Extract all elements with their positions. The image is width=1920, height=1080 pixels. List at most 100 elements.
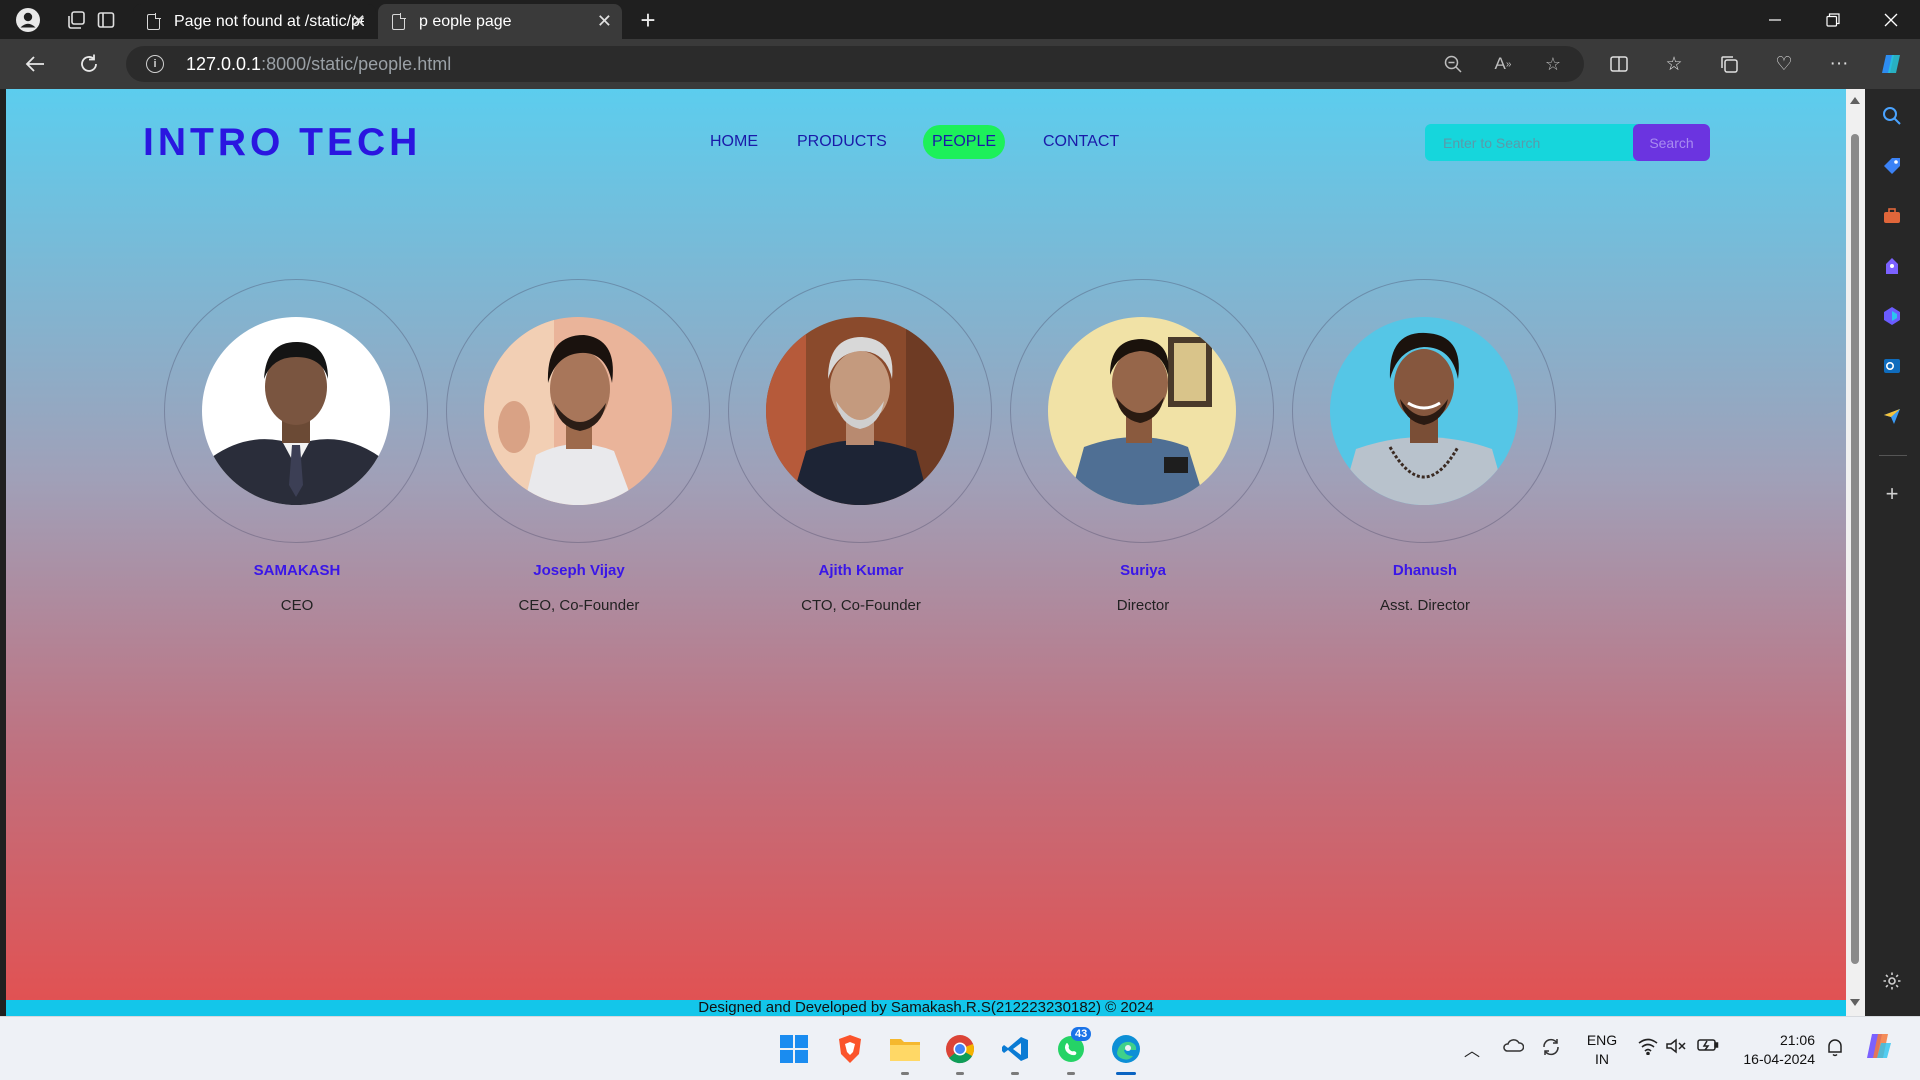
person-name: Ajith Kumar — [818, 562, 904, 579]
person-photo — [202, 317, 390, 505]
tab-title: Page not found at /static/person — [174, 12, 364, 30]
person-card: Suriya Director — [1010, 279, 1276, 619]
site-info-icon[interactable]: i — [146, 55, 164, 73]
profile-icon[interactable] — [12, 5, 44, 35]
sidebar-settings-gear-icon[interactable] — [1877, 966, 1907, 996]
browser-toolbar: i 127.0.0.1:8000/static/people.html A» ☆… — [0, 39, 1920, 89]
running-indicator — [956, 1072, 964, 1075]
windows-taskbar: 43 ︿ ENG IN 21:06 16-04-2024 — [0, 1016, 1920, 1080]
wifi-icon[interactable] — [1637, 1037, 1659, 1060]
add-sidebar-app-icon[interactable]: + — [1877, 479, 1907, 509]
search-icon[interactable] — [1877, 101, 1907, 131]
active-indicator — [1116, 1072, 1136, 1075]
language-code: ENG — [1586, 1032, 1618, 1048]
person-name: SAMAKASH — [253, 562, 341, 579]
file-explorer-icon[interactable] — [885, 1029, 925, 1075]
battery-charging-icon[interactable] — [1697, 1037, 1719, 1058]
read-aloud-icon[interactable]: A» — [1490, 52, 1516, 76]
person-card: SAMAKASH CEO — [164, 279, 430, 619]
vscode-icon[interactable] — [995, 1029, 1035, 1075]
person-photo — [484, 317, 672, 505]
person-role: CEO, Co-Founder — [518, 597, 640, 614]
notification-badge: 43 — [1071, 1027, 1092, 1041]
brave-browser-icon[interactable] — [830, 1029, 870, 1069]
search-input[interactable] — [1425, 124, 1637, 161]
back-icon[interactable] — [18, 49, 52, 79]
person-role: Asst. Director — [1379, 597, 1470, 614]
person-name: Dhanush — [1392, 562, 1458, 579]
tab-page-not-found[interactable]: Page not found at /static/person ✕ — [133, 4, 376, 39]
input-language[interactable]: ENG IN — [1580, 1031, 1624, 1069]
nav-products[interactable]: PRODUCTS — [797, 125, 887, 159]
new-tab-icon[interactable]: + — [632, 5, 664, 35]
outlook-icon[interactable] — [1877, 351, 1907, 381]
clock-date: 16-04-2024 — [1743, 1051, 1815, 1067]
workspaces-icon[interactable] — [60, 5, 92, 35]
favorites-icon[interactable]: ☆ — [1658, 49, 1690, 79]
tab-actions-icon[interactable] — [90, 5, 122, 35]
tools-briefcase-icon[interactable] — [1877, 201, 1907, 231]
volume-muted-icon[interactable] — [1665, 1037, 1687, 1060]
tab-title: p eople page — [419, 12, 512, 30]
browser-essentials-icon[interactable]: ♡ — [1768, 49, 1800, 79]
restore-icon[interactable] — [1808, 6, 1858, 34]
person-card: Ajith Kumar CTO, Co-Founder — [728, 279, 994, 619]
show-hidden-icons-chevron-up-icon[interactable]: ︿ — [1464, 1037, 1480, 1061]
system-clock[interactable]: 21:06 16-04-2024 — [1720, 1031, 1815, 1069]
person-role: CEO — [280, 597, 314, 614]
whatsapp-icon[interactable]: 43 — [1051, 1027, 1092, 1075]
onedrive-cloud-icon[interactable] — [1502, 1037, 1525, 1058]
browser-tab-bar: Page not found at /static/person ✕ p eop… — [0, 0, 1920, 39]
document-icon — [392, 12, 406, 30]
site-logo[interactable]: INTRO TECH — [143, 121, 421, 165]
minimize-icon[interactable] — [1750, 6, 1800, 34]
running-indicator — [901, 1072, 909, 1075]
running-indicator — [1067, 1072, 1075, 1075]
person-photo — [1048, 317, 1236, 505]
split-screen-icon[interactable] — [1603, 49, 1635, 79]
sync-icon[interactable] — [1541, 1037, 1561, 1062]
nav-home[interactable]: HOME — [710, 125, 758, 159]
close-tab-icon[interactable]: ✕ — [597, 11, 612, 32]
person-card: Joseph Vijay CEO, Co-Founder — [446, 279, 712, 619]
notification-bell-icon[interactable] — [1826, 1037, 1844, 1062]
running-indicator — [1011, 1072, 1019, 1075]
games-icon[interactable] — [1877, 251, 1907, 281]
person-role: Director — [1116, 597, 1170, 614]
shopping-tag-icon[interactable] — [1877, 151, 1907, 181]
more-menu-icon[interactable]: ··· — [1823, 49, 1855, 79]
copilot-preview-icon[interactable] — [1864, 1031, 1894, 1066]
tab-people-page[interactable]: p eople page ✕ — [378, 4, 622, 39]
nav-people[interactable]: PEOPLE — [923, 125, 1006, 159]
search-button[interactable]: Search — [1633, 124, 1710, 161]
page-scrollbar[interactable] — [1846, 89, 1865, 1016]
people-page: INTRO TECH HOME PRODUCTS PEOPLE CONTACT … — [6, 89, 1846, 1016]
close-window-icon[interactable] — [1866, 6, 1916, 34]
nav-contact[interactable]: CONTACT — [1043, 125, 1119, 159]
collections-icon[interactable] — [1713, 49, 1745, 79]
address-bar[interactable]: i 127.0.0.1:8000/static/people.html A» ☆ — [126, 46, 1584, 82]
close-tab-icon[interactable]: ✕ — [351, 11, 366, 32]
clock-time: 21:06 — [1779, 1032, 1815, 1048]
person-photo — [766, 317, 954, 505]
document-icon — [147, 12, 161, 30]
person-name: Joseph Vijay — [533, 562, 625, 579]
send-icon[interactable] — [1877, 401, 1907, 431]
scroll-up-arrow-icon[interactable] — [1850, 97, 1860, 104]
person-role: CTO, Co-Founder — [801, 597, 921, 614]
microsoft-365-icon[interactable] — [1877, 301, 1907, 331]
sidebar-divider — [1879, 455, 1907, 456]
edge-browser-icon[interactable] — [1106, 1029, 1146, 1075]
chrome-icon[interactable] — [940, 1029, 980, 1075]
page-footer: Designed and Developed by Samakash.R.S(2… — [6, 1000, 1846, 1016]
scrollbar-thumb[interactable] — [1851, 134, 1859, 964]
favorite-star-icon[interactable]: ☆ — [1540, 52, 1566, 76]
scroll-down-arrow-icon[interactable] — [1850, 999, 1860, 1006]
person-card: Dhanush Asst. Director — [1292, 279, 1558, 619]
zoom-out-icon[interactable] — [1440, 52, 1466, 76]
copilot-icon[interactable] — [1876, 49, 1908, 79]
refresh-icon[interactable] — [72, 49, 106, 79]
url-text[interactable]: 127.0.0.1:8000/static/people.html — [186, 54, 451, 75]
windows-start-icon[interactable] — [774, 1029, 814, 1069]
edge-sidebar: + — [1865, 89, 1920, 1016]
